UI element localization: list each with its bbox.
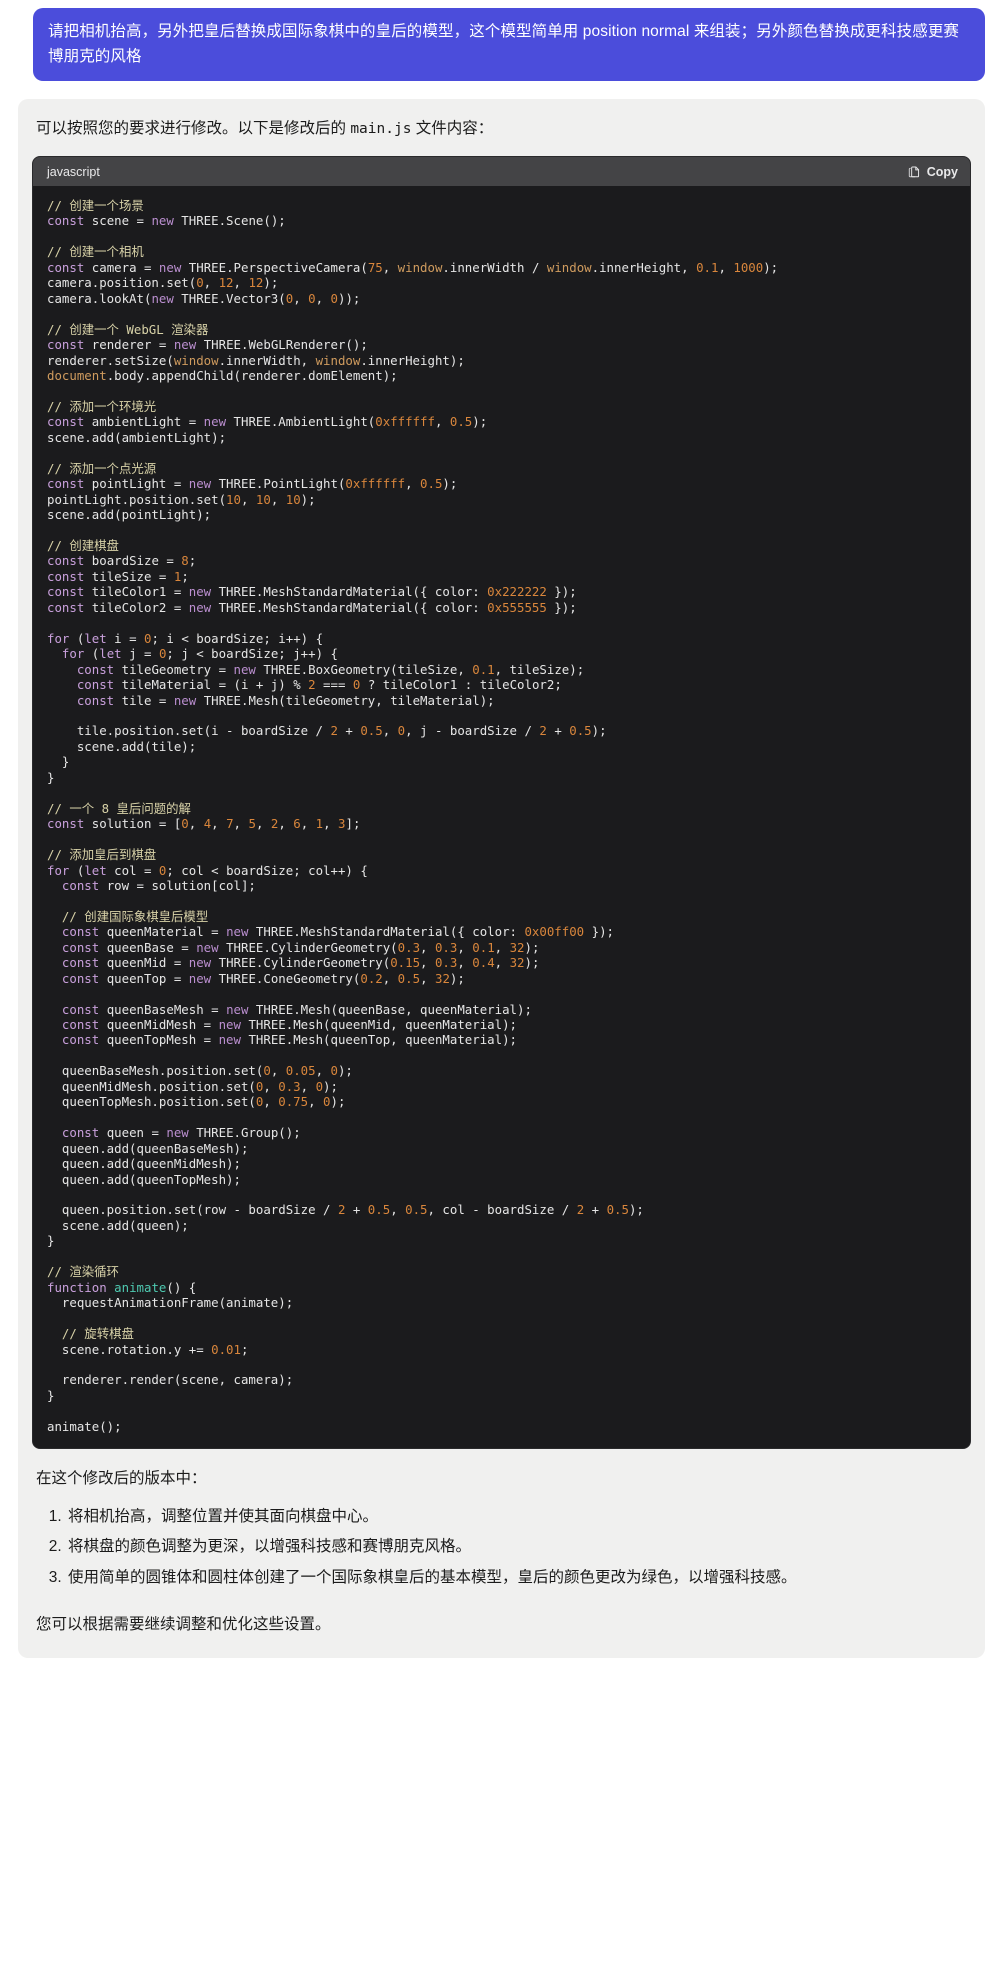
user-message-row: 请把相机抬高，另外把皇后替换成国际象棋中的皇后的模型，这个模型简单用 posit…: [0, 0, 1003, 82]
code-block-header: javascript Copy: [33, 157, 970, 187]
inline-code-filename: main.js: [350, 121, 412, 138]
intro-text-after: 文件内容：: [411, 120, 494, 138]
user-message-bubble: 请把相机抬高，另外把皇后替换成国际象棋中的皇后的模型，这个模型简单用 posit…: [33, 8, 985, 82]
assistant-message-card: 可以按照您的要求进行修改。以下是修改后的 main.js 文件内容： javas…: [18, 99, 985, 1658]
change-list-item: 将棋盘的颜色调整为更深，以增强科技感和赛博朋克风格。: [66, 1532, 971, 1562]
copy-code-button[interactable]: Copy: [908, 165, 958, 179]
copy-button-label: Copy: [926, 164, 958, 179]
change-list-item: 将相机抬高，调整位置并使其面向棋盘中心。: [66, 1502, 971, 1532]
code-language-label: javascript: [47, 164, 100, 179]
assistant-intro-text: 可以按照您的要求进行修改。以下是修改后的 main.js 文件内容：: [32, 115, 971, 156]
changes-list: 将相机抬高，调整位置并使其面向棋盘中心。将棋盘的颜色调整为更深，以增强科技感和赛…: [32, 1502, 971, 1593]
intro-text-before: 可以按照您的要求进行修改。以下是修改后的: [36, 120, 351, 138]
changes-heading: 在这个修改后的版本中：: [36, 1470, 207, 1488]
closing-text: 您可以根据需要继续调整和优化这些设置。: [36, 1615, 331, 1633]
code-block: javascript Copy // 创建一个场景 const scene = …: [32, 156, 971, 1450]
code-content[interactable]: // 创建一个场景 const scene = new THREE.Scene(…: [33, 186, 970, 1449]
copy-icon: [908, 165, 921, 178]
change-list-item: 使用简单的圆锥体和圆柱体创建了一个国际象棋皇后的基本模型，皇后的颜色更改为绿色，…: [66, 1563, 971, 1593]
